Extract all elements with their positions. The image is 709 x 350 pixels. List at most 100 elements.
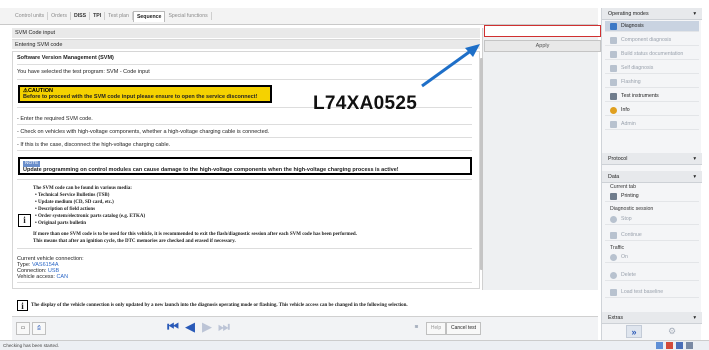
- divider: [17, 124, 472, 125]
- source-item: • Order system/electronic parts catalog …: [35, 214, 146, 219]
- source-item: • Technical Service Bulletins (TSB): [35, 193, 110, 198]
- flash-icon: [610, 79, 617, 86]
- operating-modes-header[interactable]: Operating modes ▾: [602, 8, 702, 20]
- tab-tpi[interactable]: TPI: [90, 12, 106, 20]
- document-icon[interactable]: ▭: [16, 322, 30, 335]
- print-icon[interactable]: ⎙: [32, 322, 46, 335]
- delete-icon: [610, 272, 617, 279]
- chevron-down-icon: ▾: [693, 174, 696, 180]
- power-icon: [610, 254, 617, 261]
- network-icon: [656, 342, 663, 349]
- tab-control-units[interactable]: Control units: [12, 12, 49, 20]
- self-diagnosis-icon: [610, 65, 617, 72]
- divider: [17, 150, 472, 151]
- sidebar: Operating modes ▾ Diagnosis Component dia…: [601, 8, 702, 340]
- stop-button[interactable]: Stop: [605, 214, 699, 225]
- sidebar-item-self-diagnosis[interactable]: Self diagnosis: [605, 63, 699, 74]
- forward-icon[interactable]: »: [626, 325, 642, 338]
- intro-text: You have selected the test program: SVM …: [17, 69, 150, 75]
- continue-button[interactable]: Continue: [605, 230, 699, 241]
- printing-button[interactable]: Printing: [605, 191, 699, 202]
- tab-diss[interactable]: DISS: [71, 12, 91, 20]
- bottom-toolbar: ▭ ⎙ ⏮ ◀ ▶ ⏭ ≋ Help Cancel test: [12, 316, 598, 340]
- status-text: Checking has been started.: [3, 343, 59, 348]
- sidebar-item-info[interactable]: Info: [605, 105, 699, 116]
- note-text: Update programming on control modules ca…: [23, 167, 399, 173]
- tab-test-plan[interactable]: Test plan: [105, 12, 133, 20]
- extras-header[interactable]: Extras ▾: [602, 312, 702, 324]
- step-enter-code: - Enter the required SVM code.: [17, 116, 93, 122]
- sidebar-item-build-status[interactable]: Build status documentation: [605, 49, 699, 60]
- component-icon: [610, 37, 617, 44]
- source-item: • Description of field actions: [35, 207, 96, 212]
- divider: [17, 248, 472, 249]
- chevron-down-icon: ▾: [693, 11, 696, 17]
- diagnostic-session-label: Diagnostic session: [610, 206, 654, 212]
- load-test-baseline-button[interactable]: Load test baseline: [605, 287, 699, 298]
- sidebar-item-diagnosis[interactable]: Diagnosis: [605, 21, 699, 32]
- next-page-icon[interactable]: ▶: [199, 320, 215, 336]
- last-page-icon[interactable]: ⏭: [216, 320, 232, 336]
- help-button[interactable]: Help: [426, 322, 446, 335]
- divider: [17, 282, 472, 283]
- instrument-icon: [610, 93, 617, 100]
- connection-icon: [676, 342, 683, 349]
- tab-bar: Control units Orders DISS TPI Test plan …: [0, 8, 598, 25]
- delete-button[interactable]: Delete: [605, 270, 699, 281]
- apply-button[interactable]: Apply: [484, 40, 601, 52]
- note-box: NOTE Update programming on control modul…: [18, 157, 472, 175]
- tab-sequence[interactable]: Sequence: [132, 10, 166, 22]
- sidebar-item-test-instruments[interactable]: Test instruments: [605, 91, 699, 102]
- document-icon: [610, 51, 617, 58]
- vehicle-access: Vehicle access: CAN: [17, 274, 69, 280]
- document-title: Software Version Management (SVM): [17, 55, 114, 61]
- continue-icon: [610, 232, 617, 239]
- divider: [17, 137, 472, 138]
- info-paragraph: If more than one SVM code is to be used …: [33, 232, 357, 237]
- page-title: SVM Code input: [12, 28, 480, 38]
- sidebar-item-component-diagnosis[interactable]: Component diagnosis: [605, 35, 699, 46]
- info-paragraph: This means that after an ignition cycle,…: [33, 239, 236, 244]
- tab-orders[interactable]: Orders: [48, 12, 71, 20]
- load-icon: [610, 289, 617, 296]
- divider: [17, 79, 472, 80]
- sidebar-item-flashing[interactable]: Flashing: [605, 77, 699, 88]
- admin-icon: [610, 121, 617, 128]
- tab-special-functions[interactable]: Special functions: [165, 12, 212, 20]
- annotation-label: L74XA0525: [313, 93, 418, 114]
- input-panel: [482, 28, 598, 290]
- svm-code-input[interactable]: [484, 25, 601, 37]
- cancel-test-button[interactable]: Cancel test: [446, 322, 481, 335]
- source-item: • Original parts bulletin: [35, 221, 87, 226]
- battery-icon: [686, 342, 693, 349]
- sidebar-item-admin[interactable]: Admin: [605, 119, 699, 130]
- divider: [17, 179, 472, 180]
- source-item: • Update medium (CD, SD card, etc.): [35, 200, 114, 205]
- data-header[interactable]: Data ▾: [602, 171, 702, 183]
- status-bar: Checking has been started.: [0, 340, 709, 350]
- caution-text: Before to proceed with the SVM code inpu…: [23, 94, 258, 100]
- caution-box: ⚠CAUTION Before to proceed with the SVM …: [18, 85, 272, 103]
- first-page-icon[interactable]: ⏮: [165, 320, 181, 336]
- chevron-down-icon: ▾: [693, 315, 696, 321]
- divider: [17, 64, 472, 65]
- info-icon: [610, 107, 617, 114]
- previous-page-icon[interactable]: ◀: [182, 320, 198, 336]
- sources-title: The SVM code can be found in various med…: [33, 186, 132, 191]
- traffic-on-button[interactable]: On: [605, 252, 699, 263]
- tools-icon[interactable]: ≋: [411, 322, 422, 333]
- gear-icon[interactable]: ⚙: [664, 325, 680, 338]
- protocol-header[interactable]: Protocol ▾: [602, 153, 702, 165]
- step-disconnect-cable: - If this is the case, disconnect the hi…: [17, 142, 171, 148]
- flag-icon: [666, 342, 673, 349]
- info-icon: i: [17, 300, 28, 311]
- vehicle-connection-note: The display of the vehicle connection is…: [31, 303, 408, 308]
- printer-icon: [610, 193, 617, 200]
- chevron-down-icon: ▾: [693, 156, 696, 162]
- traffic-label: Traffic: [610, 245, 625, 251]
- annotation-arrow: [421, 44, 480, 88]
- step-check-cable: - Check on vehicles with high-voltage co…: [17, 129, 270, 135]
- info-icon: i: [18, 214, 31, 227]
- stop-icon: [610, 216, 617, 223]
- current-tab-label: Current tab: [610, 184, 636, 190]
